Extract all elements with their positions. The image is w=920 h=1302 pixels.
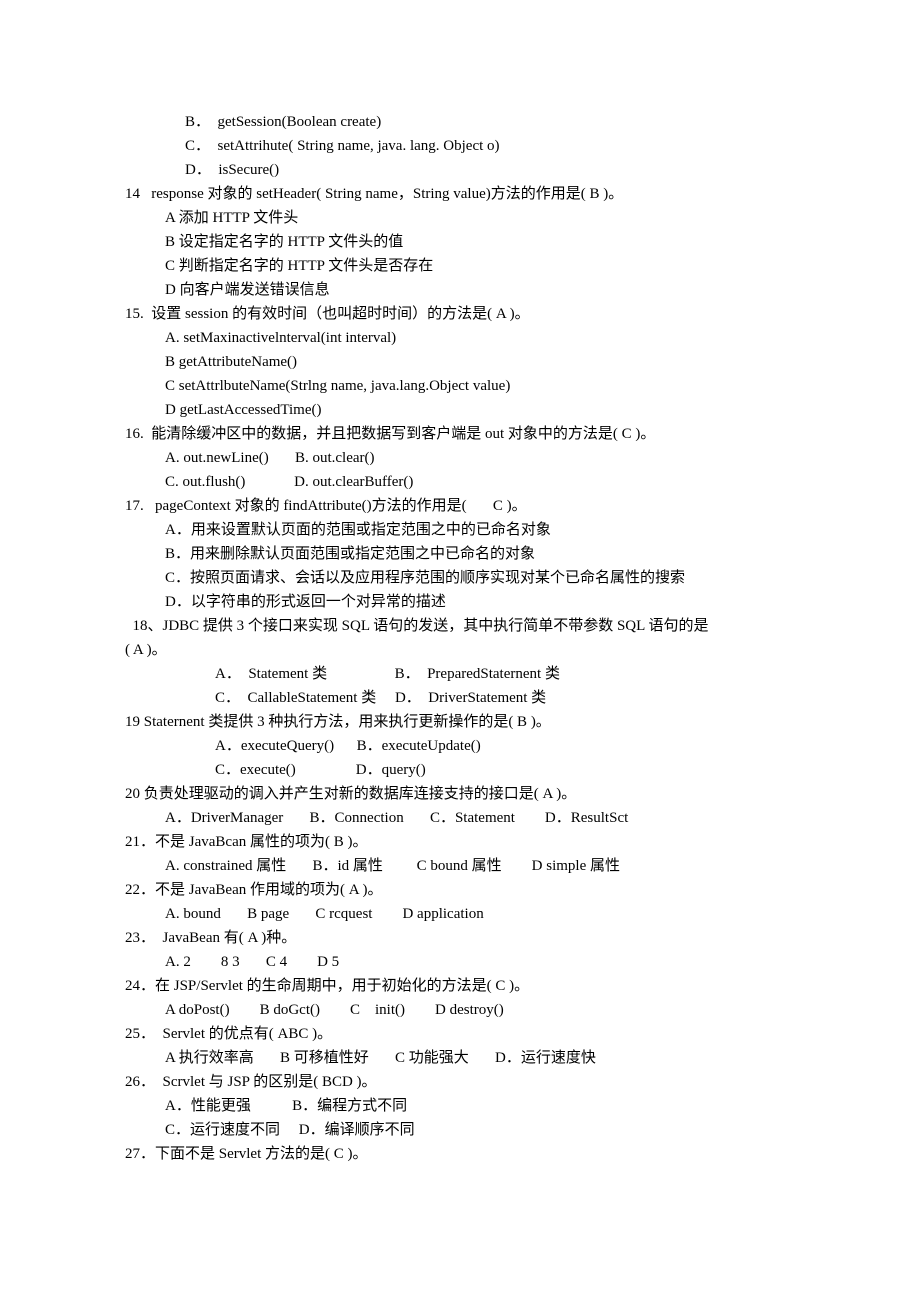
text-line: 17. pageContext 对象的 findAttribute()方法的作用… (125, 494, 795, 518)
text-line: C．execute() D．query() (125, 758, 795, 782)
text-line: A．性能更强 B．编程方式不同 (125, 1094, 795, 1118)
text-line: 27．下面不是 Servlet 方法的是( C )。 (125, 1142, 795, 1166)
text-line: A. setMaxinactivelnterval(int interval) (125, 326, 795, 350)
text-line: A doPost() B doGct() C init() D destroy(… (125, 998, 795, 1022)
document-page: B． getSession(Boolean create)C． setAttri… (0, 0, 920, 1302)
text-line: A. bound B page C rcquest D application (125, 902, 795, 926)
text-line: A. 2 8 3 C 4 D 5 (125, 950, 795, 974)
text-line: A. constrained 属性 B．id 属性 C bound 属性 D s… (125, 854, 795, 878)
text-line: B． getSession(Boolean create) (125, 110, 795, 134)
text-line: 23． JavaBean 有( A )种。 (125, 926, 795, 950)
text-line: 21．不是 JavaBcan 属性的项为( B )。 (125, 830, 795, 854)
text-line: A．用来设置默认页面的范围或指定范围之中的已命名对象 (125, 518, 795, 542)
text-line: C. out.flush() D. out.clearBuffer() (125, 470, 795, 494)
text-line: B．用来删除默认页面范围或指定范围之中已命名的对象 (125, 542, 795, 566)
text-line: D．以字符串的形式返回一个对异常的描述 (125, 590, 795, 614)
text-line: A 添加 HTTP 文件头 (125, 206, 795, 230)
text-line: ( A )。 (125, 638, 795, 662)
text-line: 14 response 对象的 setHeader( String name，S… (125, 182, 795, 206)
text-line: C．按照页面请求、会话以及应用程序范围的顺序实现对某个已命名属性的搜索 (125, 566, 795, 590)
text-line: A．executeQuery() B．executeUpdate() (125, 734, 795, 758)
text-line: 18、JDBC 提供 3 个接口来实现 SQL 语句的发送，其中执行简单不带参数… (125, 614, 795, 638)
text-line: A. out.newLine() B. out.clear() (125, 446, 795, 470)
text-line: D getLastAccessedTime() (125, 398, 795, 422)
text-line: 19 Staternent 类提供 3 种执行方法，用来执行更新操作的是( B … (125, 710, 795, 734)
text-line: 22．不是 JavaBean 作用域的项为( A )。 (125, 878, 795, 902)
text-line: D 向客户端发送错误信息 (125, 278, 795, 302)
text-line: 24．在 JSP/Servlet 的生命周期中，用于初始化的方法是( C )。 (125, 974, 795, 998)
text-line: C 判断指定名字的 HTTP 文件头是否存在 (125, 254, 795, 278)
text-line: A． Statement 类 B． PreparedStaternent 类 (125, 662, 795, 686)
text-line: 16. 能清除缓冲区中的数据，并且把数据写到客户端是 out 对象中的方法是( … (125, 422, 795, 446)
text-line: A 执行效率高 B 可移植性好 C 功能强大 D．运行速度快 (125, 1046, 795, 1070)
text-line: 15. 设置 session 的有效时间（也叫超时时间）的方法是( A )。 (125, 302, 795, 326)
text-line: C．运行速度不同 D．编译顺序不同 (125, 1118, 795, 1142)
text-line: C． CallableStatement 类 D． DriverStatemen… (125, 686, 795, 710)
text-line: B getAttributeName() (125, 350, 795, 374)
text-line: 20 负责处理驱动的调入并产生对新的数据库连接支持的接口是( A )。 (125, 782, 795, 806)
text-line: 26． Scrvlet 与 JSP 的区别是( BCD )。 (125, 1070, 795, 1094)
text-line: C． setAttrihute( String name, java. lang… (125, 134, 795, 158)
text-line: 25． Servlet 的优点有( ABC )。 (125, 1022, 795, 1046)
text-line: C setAttrlbuteName(Strlng name, java.lan… (125, 374, 795, 398)
text-line: A．DriverManager B．Connection C．Statement… (125, 806, 795, 830)
text-line: B 设定指定名字的 HTTP 文件头的值 (125, 230, 795, 254)
text-line: D． isSecure() (125, 158, 795, 182)
